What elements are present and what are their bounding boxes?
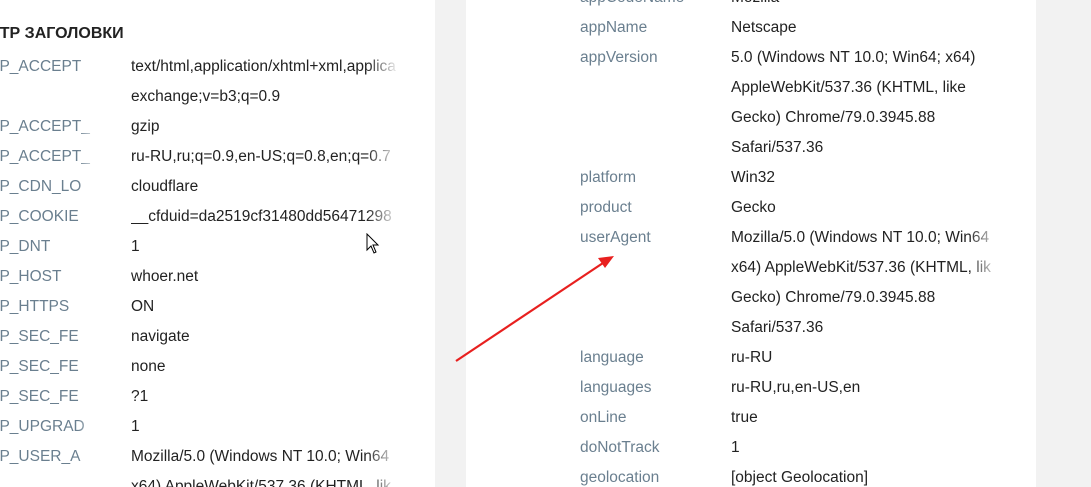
property-value: true — [731, 409, 758, 426]
header-value: text/html,application/xhtml+xml,applica — [131, 58, 396, 75]
property-key: appName — [580, 19, 648, 36]
header-value: cloudflare — [131, 178, 199, 195]
header-value: 1 — [131, 238, 140, 255]
property-value: Mozilla — [731, 0, 1001, 13]
property-key: language — [580, 349, 644, 366]
property-key: userAgent — [580, 229, 651, 246]
header-key: TP_ACCEPT_ — [0, 148, 90, 165]
navigator-properties-panel: appCodeName Mozilla appName Netscape app… — [466, 0, 1036, 487]
property-value: x64) AppleWebKit/537.36 (KHTML, lik — [731, 259, 991, 276]
property-value: Win32 — [731, 169, 775, 186]
header-value: 1 — [131, 418, 140, 435]
property-key: product — [580, 199, 632, 216]
property-value: ru-RU,ru,en-US,en — [731, 379, 861, 396]
property-value: Netscape — [731, 19, 797, 36]
header-value: whoer.net — [131, 268, 199, 285]
header-key: TP_ACCEPT_ — [0, 118, 90, 135]
header-key: TP_USER_A — [0, 448, 81, 465]
header-key: TP_HTTPS — [0, 298, 70, 315]
http-headers-title: ТТР ЗАГОЛОВКИ — [0, 25, 124, 42]
property-key: appCodeName — [580, 0, 720, 13]
property-value: 1 — [731, 439, 740, 456]
header-value: ru-RU,ru;q=0.9,en-US;q=0.8,en;q=0.7 — [131, 148, 391, 165]
header-key: TP_COOKIE — [0, 208, 79, 225]
header-key: TP_SEC_FE — [0, 388, 79, 405]
header-key: TP_CDN_LO — [0, 178, 82, 195]
mouse-cursor-icon — [366, 233, 380, 254]
property-value: Gecko) Chrome/79.0.3945.88 — [731, 109, 936, 126]
header-key: TP_DNT — [0, 238, 51, 255]
header-value: none — [131, 358, 166, 375]
header-value: navigate — [131, 328, 190, 345]
header-value: ON — [131, 298, 155, 315]
header-value: gzip — [131, 118, 160, 135]
property-value: [object Geolocation] — [731, 469, 869, 486]
header-value: __cfduid=da2519cf31480dd56471298 — [131, 208, 392, 225]
property-value: ru-RU — [731, 349, 773, 366]
property-value: 5.0 (Windows NT 10.0; Win64; x64) — [731, 49, 976, 66]
header-value: Mozilla/5.0 (Windows NT 10.0; Win64 — [131, 448, 390, 465]
property-key: geolocation — [580, 469, 660, 486]
property-value: AppleWebKit/537.36 (KHTML, like — [731, 79, 966, 96]
property-value: Safari/537.36 — [731, 319, 824, 336]
property-key: languages — [580, 379, 652, 396]
header-key: TP_HOST — [0, 268, 62, 285]
property-value: Gecko — [731, 199, 776, 216]
header-value: x64) AppleWebKit/537.36 (KHTML, lik — [131, 478, 391, 487]
property-key: onLine — [580, 409, 627, 426]
property-value: Gecko) Chrome/79.0.3945.88 — [731, 289, 936, 306]
header-key: TP_SEC_FE — [0, 328, 79, 345]
property-key: platform — [580, 169, 636, 186]
header-key: TP_ACCEPT — [0, 58, 82, 75]
header-key: TP_UPGRAD — [0, 418, 85, 435]
header-value: exchange;v=b3;q=0.9 — [131, 88, 281, 105]
header-key: TP_SEC_FE — [0, 358, 79, 375]
property-value: Mozilla/5.0 (Windows NT 10.0; Win64 — [731, 229, 990, 246]
property-value: Safari/537.36 — [731, 139, 824, 156]
header-value: ?1 — [131, 388, 149, 405]
property-key: doNotTrack — [580, 439, 660, 456]
property-key: appVersion — [580, 49, 658, 66]
